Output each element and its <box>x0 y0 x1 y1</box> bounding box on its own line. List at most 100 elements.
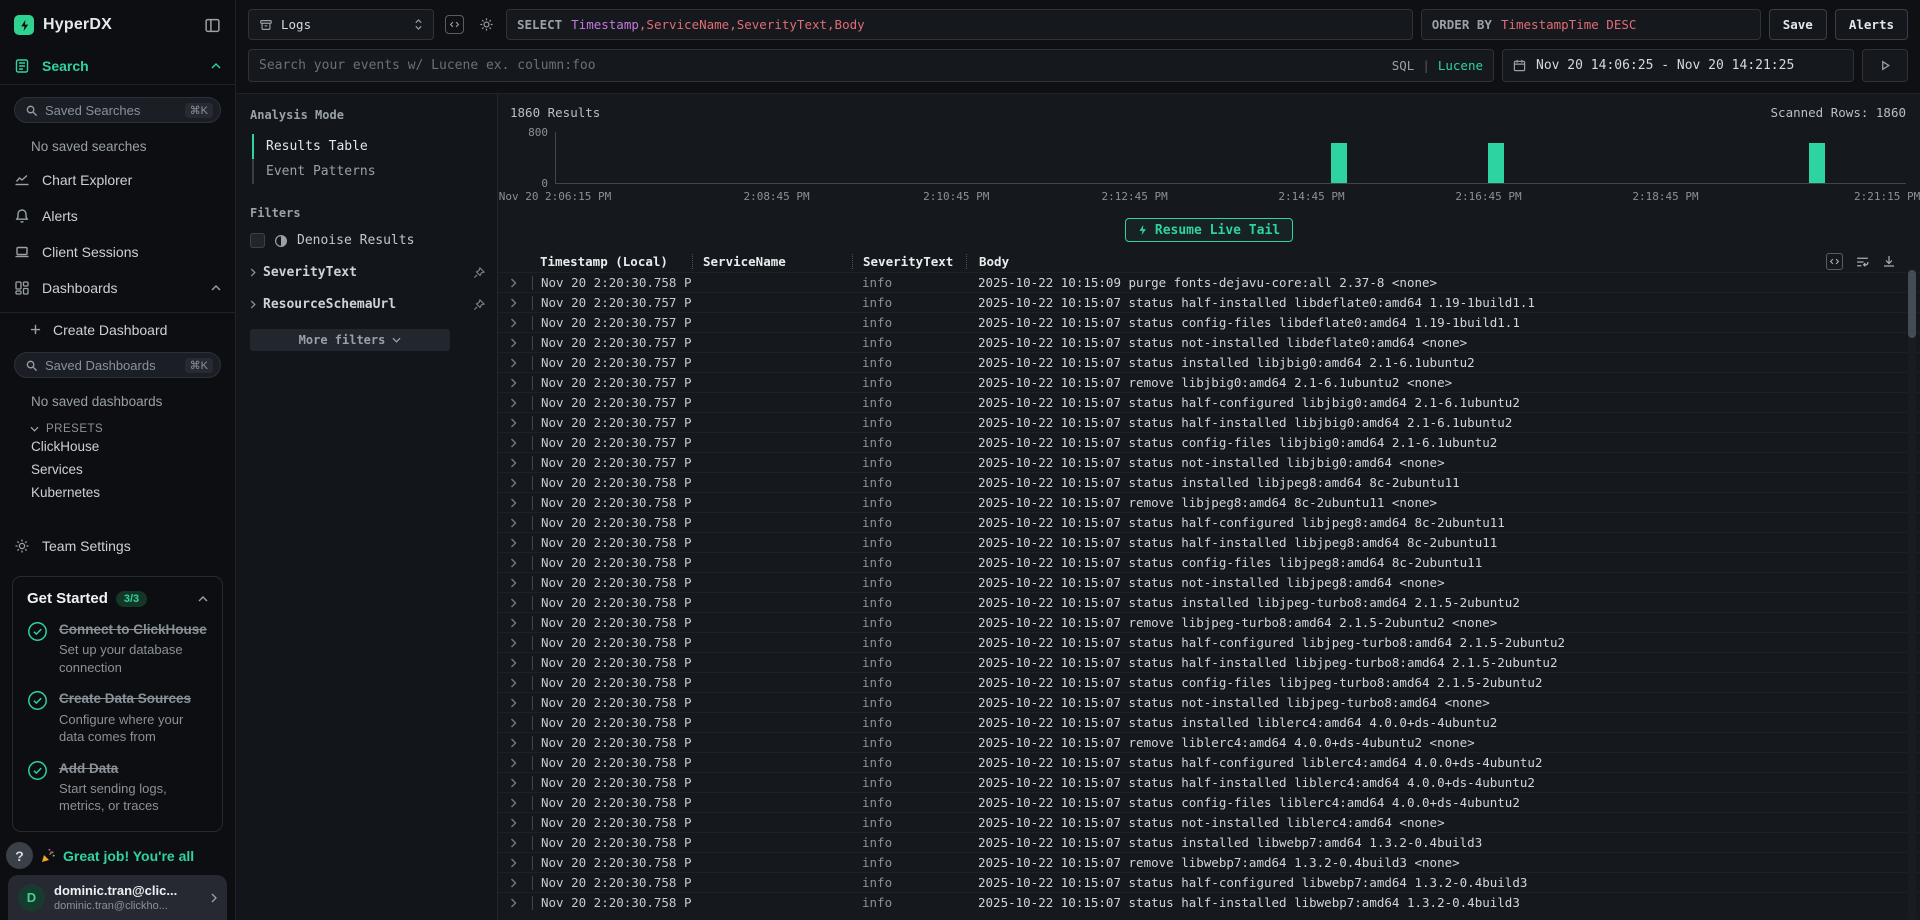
row-expand-icon[interactable] <box>510 798 532 808</box>
row-expand-icon[interactable] <box>510 678 532 688</box>
alerts-button[interactable]: Alerts <box>1835 9 1908 40</box>
run-query-button[interactable] <box>1862 49 1908 82</box>
date-range-picker[interactable]: Nov 20 14:06:25 - Nov 20 14:21:25 <box>1502 49 1854 82</box>
row-expand-icon[interactable] <box>510 558 532 568</box>
chevron-up-icon[interactable] <box>211 285 221 291</box>
row-expand-icon[interactable] <box>510 698 532 708</box>
log-row[interactable]: Nov 20 2:20:30.758 PM info 2025-10-22 10… <box>498 592 1920 612</box>
saved-searches-input[interactable]: Saved Searches ⌘K <box>14 97 221 123</box>
log-row[interactable]: Nov 20 2:20:30.758 PM info 2025-10-22 10… <box>498 892 1920 912</box>
log-row[interactable]: Nov 20 2:20:30.758 PM info 2025-10-22 10… <box>498 832 1920 852</box>
log-row[interactable]: Nov 20 2:20:30.758 PM info 2025-10-22 10… <box>498 612 1920 632</box>
row-expand-icon[interactable] <box>510 618 532 628</box>
source-select[interactable]: Logs <box>248 9 434 40</box>
row-expand-icon[interactable] <box>510 858 532 868</box>
filter-group-severitytext[interactable]: SeverityText <box>250 265 485 280</box>
row-expand-icon[interactable] <box>510 638 532 648</box>
select-columns-input[interactable]: SELECT Timestamp,ServiceName,SeverityTex… <box>506 9 1413 40</box>
column-header-severitytext[interactable]: SeverityText <box>852 254 966 269</box>
sidebar-item-client-sessions[interactable]: Client Sessions <box>0 234 235 270</box>
row-expand-icon[interactable] <box>510 278 532 288</box>
get-started-step[interactable]: Connect to ClickHouse Set up your databa… <box>27 621 208 676</box>
language-sql-option[interactable]: SQL <box>1392 58 1415 73</box>
column-header-timestamp[interactable]: Timestamp (Local) <box>532 254 692 269</box>
row-expand-icon[interactable] <box>510 818 532 828</box>
log-row[interactable]: Nov 20 2:20:30.758 PM info 2025-10-22 10… <box>498 812 1920 832</box>
log-row[interactable]: Nov 20 2:20:30.758 PM info 2025-10-22 10… <box>498 852 1920 872</box>
download-icon[interactable] <box>1882 254 1896 268</box>
save-button[interactable]: Save <box>1769 9 1827 40</box>
preset-item[interactable]: ClickHouse <box>0 435 235 458</box>
row-expand-icon[interactable] <box>510 878 532 888</box>
get-started-step[interactable]: Create Data Sources Configure where your… <box>27 690 208 745</box>
log-row[interactable]: Nov 20 2:20:30.758 PM info 2025-10-22 10… <box>498 672 1920 692</box>
log-row[interactable]: Nov 20 2:20:30.757 PM info 2025-10-22 10… <box>498 292 1920 312</box>
log-row[interactable]: Nov 20 2:20:30.757 PM info 2025-10-22 10… <box>498 332 1920 352</box>
row-expand-icon[interactable] <box>510 758 532 768</box>
edit-source-code-button[interactable] <box>442 9 466 40</box>
preset-item[interactable]: Services <box>0 458 235 481</box>
row-expand-icon[interactable] <box>510 518 532 528</box>
row-expand-icon[interactable] <box>510 738 532 748</box>
sidebar-item-team-settings[interactable]: Team Settings <box>0 528 235 564</box>
row-expand-icon[interactable] <box>510 578 532 588</box>
log-row[interactable]: Nov 20 2:20:30.757 PM info 2025-10-22 10… <box>498 392 1920 412</box>
row-expand-icon[interactable] <box>510 418 532 428</box>
source-settings-gear-icon[interactable] <box>474 9 498 40</box>
log-row[interactable]: Nov 20 2:20:30.758 PM info 2025-10-22 10… <box>498 632 1920 652</box>
row-expand-icon[interactable] <box>510 498 532 508</box>
order-by-input[interactable]: ORDER BY TimestampTime DESC <box>1421 9 1761 40</box>
log-row[interactable]: Nov 20 2:20:30.758 PM info 2025-10-22 10… <box>498 272 1920 292</box>
row-expand-icon[interactable] <box>510 658 532 668</box>
log-row[interactable]: Nov 20 2:20:30.757 PM info 2025-10-22 10… <box>498 352 1920 372</box>
user-menu[interactable]: D dominic.tran@clic... dominic.tran@clic… <box>8 875 227 920</box>
log-row[interactable]: Nov 20 2:20:30.758 PM info 2025-10-22 10… <box>498 752 1920 772</box>
sidebar-item-alerts[interactable]: Alerts <box>0 198 235 234</box>
scrollbar-track[interactable] <box>1908 270 1916 920</box>
row-expand-icon[interactable] <box>510 358 532 368</box>
row-expand-icon[interactable] <box>510 478 532 488</box>
help-button[interactable]: ? <box>6 842 33 869</box>
denoise-results-toggle[interactable]: Denoise Results <box>250 233 485 248</box>
row-expand-icon[interactable] <box>510 298 532 308</box>
row-expand-icon[interactable] <box>510 838 532 848</box>
resume-live-tail-button[interactable]: Resume Live Tail <box>1125 218 1293 242</box>
log-row[interactable]: Nov 20 2:20:30.758 PM info 2025-10-22 10… <box>498 872 1920 892</box>
mode-event-patterns[interactable]: Event Patterns <box>252 159 485 184</box>
column-header-body[interactable]: Body <box>966 254 1920 269</box>
log-row[interactable]: Nov 20 2:20:30.758 PM info 2025-10-22 10… <box>498 772 1920 792</box>
column-header-servicename[interactable]: ServiceName <box>692 254 852 269</box>
log-row[interactable]: Nov 20 2:20:30.758 PM info 2025-10-22 10… <box>498 792 1920 812</box>
chevron-up-icon[interactable] <box>198 596 208 602</box>
language-lucene-option[interactable]: Lucene <box>1438 58 1483 73</box>
denoise-checkbox[interactable] <box>250 233 265 248</box>
scrollbar-thumb[interactable] <box>1908 270 1916 338</box>
log-row[interactable]: Nov 20 2:20:30.757 PM info 2025-10-22 10… <box>498 432 1920 452</box>
log-row[interactable]: Nov 20 2:20:30.758 PM info 2025-10-22 10… <box>498 572 1920 592</box>
row-expand-icon[interactable] <box>510 598 532 608</box>
log-row[interactable]: Nov 20 2:20:30.758 PM info 2025-10-22 10… <box>498 492 1920 512</box>
log-row[interactable]: Nov 20 2:20:30.757 PM info 2025-10-22 10… <box>498 452 1920 472</box>
log-row[interactable]: Nov 20 2:20:30.758 PM info 2025-10-22 10… <box>498 552 1920 572</box>
event-search-box[interactable]: SQL | Lucene <box>248 49 1494 82</box>
sidebar-item-chart-explorer[interactable]: Chart Explorer <box>0 162 235 198</box>
log-row[interactable]: Nov 20 2:20:30.758 PM info 2025-10-22 10… <box>498 692 1920 712</box>
chevron-up-icon[interactable] <box>211 63 221 69</box>
create-dashboard-button[interactable]: Create Dashboard <box>0 313 235 346</box>
row-expand-icon[interactable] <box>510 398 532 408</box>
sidebar-item-search[interactable]: Search <box>0 48 235 84</box>
log-row[interactable]: Nov 20 2:20:30.758 PM info 2025-10-22 10… <box>498 712 1920 732</box>
presets-toggle[interactable]: PRESETS <box>0 409 235 435</box>
pin-icon[interactable] <box>473 299 485 311</box>
row-expand-icon[interactable] <box>510 898 532 908</box>
row-expand-icon[interactable] <box>510 458 532 468</box>
view-source-code-icon[interactable] <box>1826 253 1843 270</box>
row-expand-icon[interactable] <box>510 438 532 448</box>
row-expand-icon[interactable] <box>510 318 532 328</box>
row-expand-icon[interactable] <box>510 538 532 548</box>
log-row[interactable]: Nov 20 2:20:30.758 PM info 2025-10-22 10… <box>498 652 1920 672</box>
row-expand-icon[interactable] <box>510 338 532 348</box>
preset-item[interactable]: Kubernetes <box>0 481 235 504</box>
row-expand-icon[interactable] <box>510 378 532 388</box>
wrap-text-icon[interactable] <box>1855 254 1870 269</box>
